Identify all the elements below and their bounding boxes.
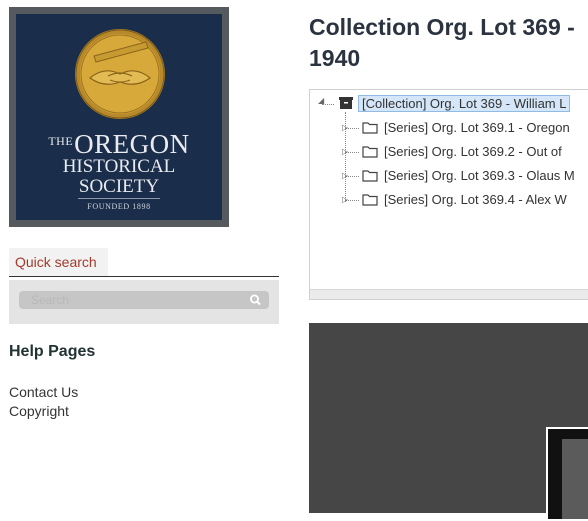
quick-search-panel [9,280,279,324]
page-title: Collection Org. Lot 369 - 1940 [309,12,588,74]
tree-item-label: [Series] Org. Lot 369.1 - Oregon [384,120,570,135]
search-icon [249,294,261,306]
tree-item-series-4[interactable]: [Series] Org. Lot 369.4 - Alex W [362,189,567,211]
site-logo[interactable]: THEOREGON HISTORICAL SOCIETY FOUNDED 189… [9,7,229,227]
copyright-link[interactable]: Copyright [9,403,69,419]
folder-icon [362,170,378,182]
page-title-line1: Collection Org. Lot 369 - [309,14,575,40]
logo-panel: THEOREGON HISTORICAL SOCIETY FOUNDED 189… [16,14,222,220]
tree-item-label: [Series] Org. Lot 369.3 - Olaus M [384,168,575,183]
collapse-toggle-icon[interactable]: ◢ [318,96,324,105]
search-button[interactable] [242,291,269,309]
folder-icon [362,194,378,206]
folder-icon [362,146,378,158]
help-pages-heading: Help Pages [9,343,96,360]
quick-search-divider [9,276,279,277]
tree-item-label: [Series] Org. Lot 369.2 - Out of [384,144,562,159]
image-viewer[interactable] [309,323,588,521]
quick-search-tab[interactable]: Quick search [9,248,108,276]
archive-box-icon [339,97,353,109]
logo-text-historical: HISTORICAL [62,156,176,177]
tree-item-label: [Series] Org. Lot 369.4 - Alex W [384,192,567,207]
search-input[interactable] [19,291,259,309]
tree-item-series-2[interactable]: [Series] Org. Lot 369.2 - Out of [362,141,562,163]
peace-medal-icon [75,29,165,119]
logo-founded: FOUNDED 1898 [87,202,151,211]
logo-text-society: SOCIETY [78,176,160,197]
tree-item-label: [Collection] Org. Lot 369 - William L [358,95,571,112]
expand-toggle-icon[interactable]: ▷ [342,147,348,156]
image-thumbnail[interactable] [546,427,588,521]
logo-text-oregon: THEOREGON [48,129,190,159]
folder-icon [362,122,378,134]
tree-item-series-1[interactable]: [Series] Org. Lot 369.1 - Oregon [362,117,570,139]
contact-us-link[interactable]: Contact Us [9,384,78,400]
page-title-line2: 1940 [309,45,361,71]
tree-item-collection[interactable]: [Collection] Org. Lot 369 - William L [338,93,571,115]
tree-item-series-3[interactable]: [Series] Org. Lot 369.3 - Olaus M [362,165,575,187]
tree-scrollbar[interactable] [310,289,588,299]
thumbnail-image [562,439,588,519]
logo-divider [78,198,160,199]
expand-toggle-icon[interactable]: ▷ [342,171,348,180]
collection-tree: ◢ [Collection] Org. Lot 369 - William L … [309,89,588,300]
expand-toggle-icon[interactable]: ▷ [342,195,348,204]
expand-toggle-icon[interactable]: ▷ [342,123,348,132]
